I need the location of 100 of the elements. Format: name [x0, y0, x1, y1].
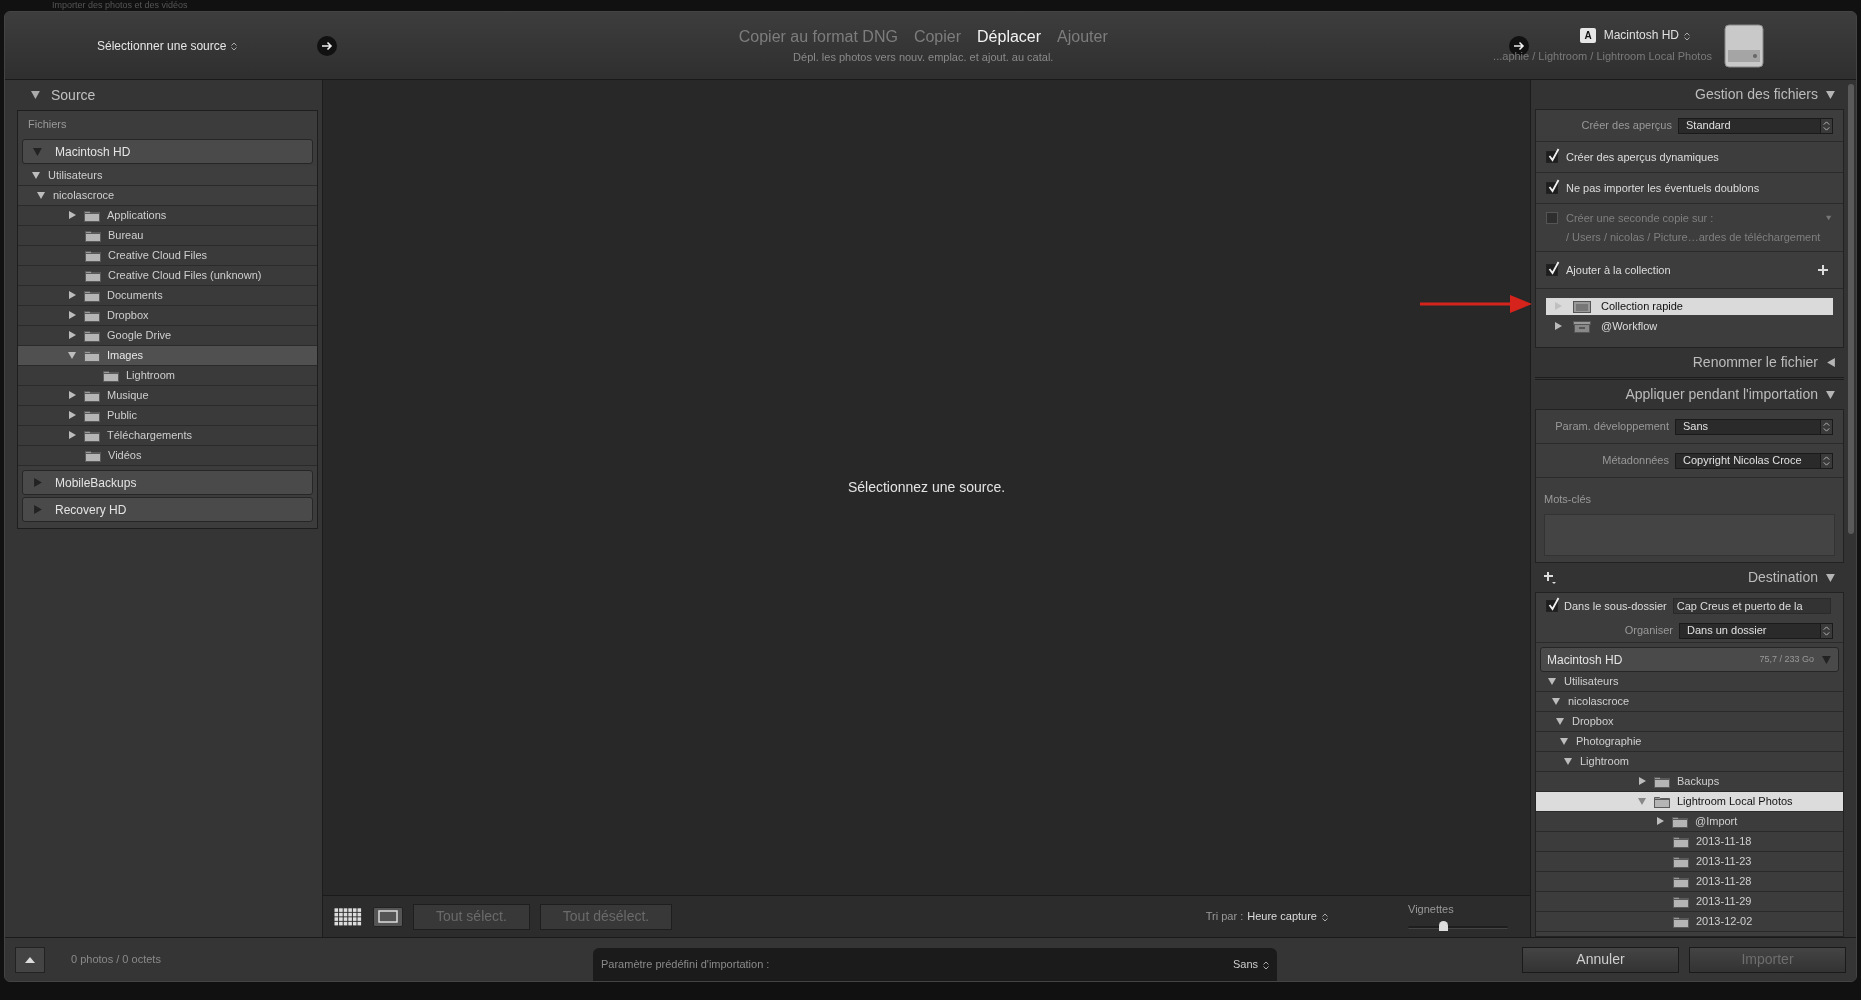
folder-name: Google Drive: [107, 328, 172, 344]
expanded-triangle-icon[interactable]: [37, 191, 46, 200]
collapsed-triangle-icon[interactable]: [68, 391, 77, 400]
expanded-triangle-icon[interactable]: [68, 351, 77, 360]
collapsed-triangle-icon[interactable]: [1656, 817, 1665, 826]
folder-name: Vidéos: [108, 448, 142, 464]
collapsed-triangle-icon[interactable]: [1554, 322, 1563, 331]
collapsed-triangle-icon[interactable]: [68, 411, 77, 420]
collapsed-triangle-icon[interactable]: [68, 311, 77, 320]
thumbnail-size-slider[interactable]: [1408, 919, 1508, 932]
section-title: Gestion des fichiers: [1695, 85, 1818, 104]
folder-icon: [85, 269, 101, 282]
collection-row[interactable]: @Workflow: [1546, 318, 1833, 335]
collapsed-triangle-icon[interactable]: [68, 331, 77, 340]
drive-letter-badge: A: [1580, 27, 1596, 43]
stepper-arrows-icon: [1820, 419, 1832, 434]
checkbox[interactable]: [1546, 600, 1558, 612]
collapsed-triangle-icon[interactable]: [1826, 357, 1836, 368]
import-mode-tab[interactable]: Déplacer: [977, 25, 1042, 50]
cancel-button[interactable]: Annuler: [1522, 946, 1679, 973]
folder-name: 2013-12-02: [1696, 914, 1753, 930]
destination-path: ...aphie / Lightroom / Lightroom Local Photos: [1493, 49, 1712, 65]
folder-icon: [84, 429, 100, 442]
panel-title: Source: [51, 85, 96, 105]
collection-name: @Workflow: [1601, 319, 1658, 335]
expand-button[interactable]: [15, 946, 45, 973]
volume-header[interactable]: Macintosh HD: [22, 139, 313, 164]
option-label: Ajouter à la collection: [1566, 262, 1671, 278]
folder-icon: [1654, 775, 1670, 788]
folder-name: Téléchargements: [107, 428, 192, 444]
folder-name: Public: [107, 408, 137, 424]
collection-icon: [1573, 300, 1591, 313]
expanded-triangle-icon[interactable]: [1826, 572, 1836, 583]
folder-icon: [84, 289, 100, 302]
collapsed-triangle-icon[interactable]: [68, 211, 77, 220]
section-title: Appliquer pendant l'importation: [1625, 385, 1818, 404]
option-label: Ne pas importer les éventuels doublons: [1566, 180, 1760, 196]
volume-header[interactable]: MobileBackups: [22, 470, 313, 495]
volume-header[interactable]: Macintosh HD 75,7 / 233 Go: [1540, 647, 1839, 672]
folder-tree-row[interactable]: Lightroom Local Photos: [1536, 792, 1843, 812]
expanded-triangle-icon[interactable]: [1556, 717, 1565, 726]
volume-space: 75,7 / 233 Go: [1759, 652, 1814, 666]
dropdown-select[interactable]: Dans un dossier: [1679, 622, 1833, 639]
stepper-arrows-icon: [231, 41, 238, 51]
collapsed-triangle-icon[interactable]: [68, 431, 77, 440]
destination-drive[interactable]: Macintosh HD: [1603, 26, 1690, 45]
second-copy-path: / Users / nicolas / Picture…ardes de téléchargement: [1565, 230, 1822, 245]
preset-dropdown[interactable]: Sans: [1232, 956, 1269, 973]
stepper-arrows-icon: [1263, 960, 1269, 970]
folder-name: Applications: [107, 208, 167, 224]
expanded-triangle-icon[interactable]: [32, 171, 41, 180]
folder-name: Documents: [107, 288, 163, 304]
collection-row[interactable]: Collection rapide: [1546, 298, 1833, 315]
up-triangle-icon: [25, 956, 35, 963]
stepper-arrows-icon: [1684, 31, 1690, 41]
expanded-triangle-icon[interactable]: [1826, 389, 1836, 400]
folder-name: 2013-11-23: [1696, 854, 1752, 870]
expanded-triangle-icon[interactable]: [1548, 677, 1557, 686]
arrow-right-icon[interactable]: [317, 35, 338, 56]
expanded-triangle-icon[interactable]: [31, 90, 41, 100]
folder-icon: [84, 309, 100, 322]
expanded-triangle-icon[interactable]: [1826, 89, 1836, 100]
dropdown-select[interactable]: Standard: [1678, 117, 1833, 134]
folder-icon: [1673, 855, 1689, 868]
empty-state-message: Sélectionnez une source.: [847, 478, 1006, 497]
checkbox[interactable]: [1546, 182, 1558, 194]
subfolder-name-field[interactable]: Cap Creus et puerto de la: [1672, 598, 1831, 614]
folder-icon: [84, 349, 100, 362]
folder-icon: [85, 449, 101, 462]
folder-name: Lightroom Local Photos: [1677, 794, 1793, 810]
checkmark-icon: [1548, 148, 1560, 162]
checkbox[interactable]: [1546, 151, 1558, 163]
expanded-triangle-icon[interactable]: [1564, 757, 1573, 766]
folder-name: Creative Cloud Files: [108, 248, 208, 264]
sort-dropdown[interactable]: Heure capture: [1247, 908, 1328, 925]
field-label: Param. développement: [1555, 419, 1669, 435]
folder-name: Lightroom: [126, 368, 175, 384]
folder-tree-row[interactable]: Images: [18, 346, 317, 366]
dropdown-select[interactable]: Copyright Nicolas Croce: [1675, 452, 1833, 469]
add-folder-icon[interactable]: [1543, 570, 1557, 585]
collection-set-icon: [1573, 320, 1591, 333]
expanded-triangle-icon[interactable]: [1552, 697, 1561, 706]
grid-icon: [334, 907, 362, 926]
source-selector[interactable]: Sélectionner une source: [97, 36, 238, 55]
folder-icon: [84, 409, 100, 422]
expanded-triangle-icon[interactable]: [1560, 737, 1569, 746]
single-image-icon: [378, 910, 398, 923]
volume-name: Macintosh HD: [1547, 651, 1623, 669]
grid-view-button[interactable]: [333, 906, 363, 927]
plus-icon[interactable]: [1817, 264, 1829, 276]
loupe-view-button[interactable]: [373, 906, 403, 927]
collapsed-triangle-icon[interactable]: [68, 291, 77, 300]
volume-header[interactable]: Recovery HD: [22, 497, 313, 522]
slider-thumb[interactable]: [1439, 920, 1448, 931]
collapsed-triangle-icon[interactable]: [1638, 777, 1647, 786]
scrollbar[interactable]: [1848, 84, 1854, 534]
folder-name: Utilisateurs: [1564, 674, 1619, 690]
dropdown-select[interactable]: Sans: [1675, 418, 1833, 435]
checkbox[interactable]: [1546, 264, 1558, 276]
folder-icon: [85, 249, 101, 262]
